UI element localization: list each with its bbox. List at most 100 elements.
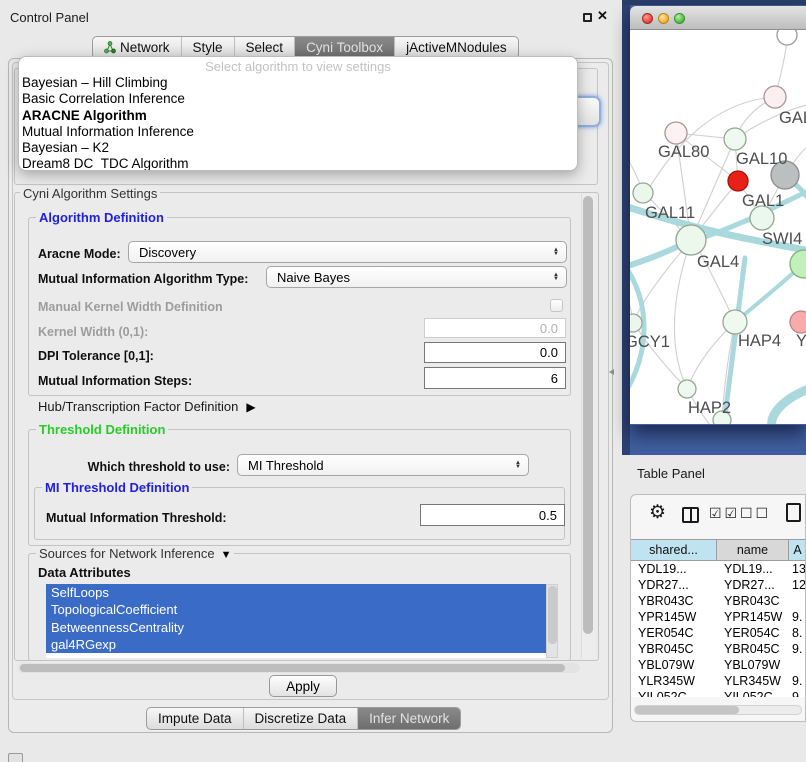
algorithm-option[interactable]: Bayesian – K2 — [19, 140, 577, 156]
table-cell: YPR145W — [631, 609, 717, 625]
tab-label: Impute Data — [158, 711, 232, 726]
kernel-width-field[interactable]: 0.0 — [424, 318, 566, 338]
table-row[interactable]: YBR045CYBR045C9. — [631, 641, 806, 657]
tab-label: Cyni Toolbox — [306, 40, 383, 55]
desktop-top-edge — [622, 0, 806, 5]
table-cell: YPR145W — [717, 609, 789, 625]
network-node-labels: GAL GAL80 GAL10 GAL1 GAL11 SWI4 GAL4 GCY… — [630, 109, 806, 417]
settings-horizontal-scrollbar-thumb[interactable] — [20, 664, 565, 672]
sources-toggle[interactable]: Sources for Network Inference▼ — [36, 546, 234, 561]
algorithm-option[interactable]: Bayesian – Hill Climbing — [19, 75, 577, 91]
tab-network[interactable]: Network — [93, 37, 181, 58]
network-node[interactable] — [777, 30, 797, 45]
tab-select[interactable]: Select — [234, 37, 295, 58]
table-row[interactable]: YPR145WYPR145W9. — [631, 609, 806, 625]
table-horizontal-scrollbar-thumb[interactable] — [635, 706, 739, 714]
tab-infer-network[interactable]: Infer Network — [357, 708, 460, 729]
algorithm-placeholder: Select algorithm to view settings — [19, 59, 577, 75]
clear-checkboxes-icon[interactable]: ☐☐ — [740, 505, 771, 522]
table-row[interactable]: YIL052CYIL052C9 — [631, 689, 806, 697]
table-row[interactable]: YLR345WYLR345W9. — [631, 673, 806, 689]
network-node[interactable] — [630, 314, 642, 332]
minimize-traffic-light-icon[interactable] — [658, 13, 669, 24]
manual-kernel-width-checkbox[interactable] — [550, 299, 563, 312]
close-icon[interactable]: ✕ — [597, 8, 608, 24]
network-node[interactable] — [790, 311, 806, 333]
node-label: GAL4 — [697, 253, 739, 271]
tab-jactivemnodules[interactable]: jActiveMNodules — [394, 37, 518, 58]
data-attributes-list: SelfLoopsTopologicalCoefficientBetweenne… — [46, 584, 546, 658]
tab-cyni-toolbox[interactable]: Cyni Toolbox — [294, 37, 394, 58]
node-label: HAP4 — [738, 332, 781, 350]
data-attribute-option[interactable]: BetweennessCentrality — [46, 619, 546, 636]
network-node[interactable] — [676, 225, 706, 255]
tab-label: Select — [246, 40, 284, 55]
table-cell: YBL079W — [631, 657, 717, 673]
table-cell: YDR27... — [631, 577, 717, 593]
network-node[interactable] — [764, 86, 786, 108]
table-cell: 12 — [789, 577, 806, 593]
dpi-tolerance-label: DPI Tolerance [0,1]: — [38, 349, 154, 363]
table-row[interactable]: YBL079WYBL079W — [631, 657, 806, 673]
data-attribute-option[interactable]: SelfLoops — [46, 584, 546, 601]
column-header-name[interactable]: name — [717, 540, 789, 560]
dpi-tolerance-field[interactable]: 0.0 — [424, 342, 566, 363]
network-window-titlebar[interactable] — [630, 6, 806, 30]
algorithm-option[interactable]: Mutual Information Inference — [19, 124, 577, 140]
mi-steps-field[interactable]: 6 — [424, 367, 566, 389]
attributes-scrollbar-thumb[interactable] — [548, 586, 557, 644]
export-table-icon[interactable] — [786, 503, 801, 522]
which-threshold-select[interactable]: MI Threshold ▲▼ — [237, 454, 529, 476]
table-row[interactable]: YDL19...YDL19...13 — [631, 561, 806, 577]
tab-discretize-data[interactable]: Discretize Data — [243, 708, 358, 729]
table-row[interactable]: YBR043CYBR043C — [631, 593, 806, 609]
table-row[interactable]: YDR27...YDR27...12 — [631, 577, 806, 593]
mi-algorithm-type-select[interactable]: Naive Bayes ▲▼ — [266, 266, 567, 288]
network-view-canvas[interactable]: GAL GAL80 GAL10 GAL1 GAL11 SWI4 GAL4 GCY… — [630, 30, 806, 424]
zoom-traffic-light-icon[interactable] — [674, 13, 685, 24]
select-all-checkboxes-icon[interactable]: ☑☑ — [709, 505, 740, 522]
selected-value: Discovery — [129, 245, 553, 260]
table-cell: YER054C — [631, 625, 717, 641]
selected-value: Naive Bayes — [267, 270, 553, 285]
hub-definition-toggle[interactable]: Hub/Transcription Factor Definition▶ — [38, 399, 256, 414]
network-node[interactable] — [633, 183, 653, 203]
manual-kernel-width-label: Manual Kernel Width Definition — [38, 300, 223, 314]
column-header-clipped[interactable]: A — [789, 540, 806, 560]
close-traffic-light-icon[interactable] — [642, 13, 653, 24]
settings-vertical-scrollbar-thumb[interactable] — [583, 196, 593, 634]
tab-style[interactable]: Style — [181, 37, 234, 58]
table-cell: YBR043C — [631, 593, 717, 609]
network-node[interactable] — [678, 380, 696, 398]
mi-steps-label: Mutual Information Steps: — [38, 374, 192, 388]
table-cell: YER054C — [717, 625, 789, 641]
network-node[interactable] — [665, 122, 687, 144]
data-attribute-option[interactable]: gal4RGexp — [46, 636, 546, 653]
column-header-shared-name[interactable]: shared... — [631, 540, 717, 560]
tab-impute-data[interactable]: Impute Data — [147, 708, 243, 729]
table-panel-title: Table Panel — [637, 466, 705, 481]
algorithm-option[interactable]: ARACNE Algorithm — [19, 108, 577, 124]
node-label: GCY1 — [630, 333, 670, 351]
columns-icon[interactable] — [682, 507, 699, 523]
desktop-left-edge — [622, 5, 630, 455]
aracne-mode-select[interactable]: Discovery ▲▼ — [128, 241, 567, 263]
table-cell: YBR043C — [717, 593, 789, 609]
dock-panel-icon[interactable] — [8, 753, 23, 762]
data-attribute-option[interactable]: TopologicalCoefficient — [46, 601, 546, 618]
panel-splitter-handle[interactable] — [609, 369, 614, 375]
gear-icon[interactable]: ⚙ — [649, 501, 666, 524]
stepper-icon: ▲▼ — [515, 461, 521, 470]
algorithm-option[interactable]: Basic Correlation Inference — [19, 91, 577, 107]
mi-algorithm-type-label: Mutual Information Algorithm Type: — [38, 272, 248, 286]
network-node[interactable] — [724, 128, 746, 150]
apply-button[interactable]: Apply — [269, 675, 337, 697]
network-node[interactable] — [723, 310, 747, 334]
float-window-icon[interactable] — [583, 13, 592, 22]
network-node-selected[interactable] — [728, 171, 748, 191]
algorithm-option[interactable]: Dream8 DC_TDC Algorithm — [19, 156, 577, 171]
algorithm-definition-title: Algorithm Definition — [36, 210, 167, 225]
chevron-down-icon: ▼ — [221, 549, 232, 561]
table-row[interactable]: YER054CYER054C8. — [631, 625, 806, 641]
mi-threshold-field[interactable]: 0.5 — [420, 504, 565, 526]
